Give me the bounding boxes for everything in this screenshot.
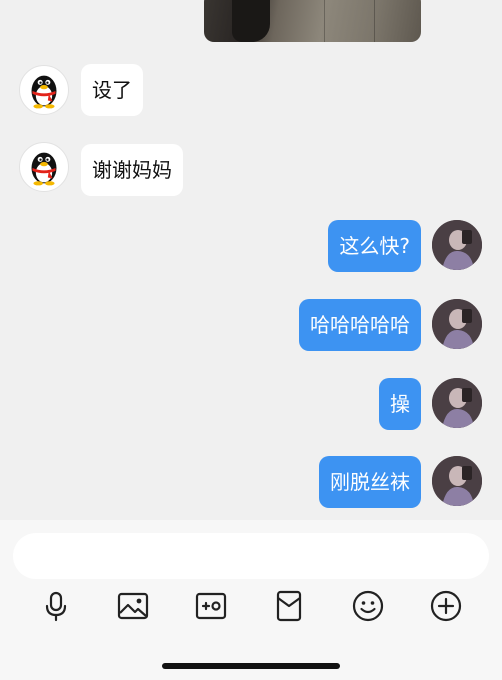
user-photo-icon: [432, 220, 482, 270]
qq-penguin-avatar[interactable]: [19, 142, 69, 192]
microphone-icon[interactable]: [39, 589, 73, 623]
outgoing-message-bubble[interactable]: 刚脱丝袜: [319, 456, 421, 508]
emoji-icon[interactable]: [351, 589, 385, 623]
input-panel: [0, 520, 502, 680]
user-avatar[interactable]: [432, 456, 482, 506]
message-row: 这么快?: [0, 220, 502, 272]
outgoing-message-bubble[interactable]: 这么快?: [328, 220, 421, 272]
home-indicator[interactable]: [162, 663, 340, 669]
qq-penguin-avatar[interactable]: [19, 65, 69, 115]
outgoing-message-bubble[interactable]: 操: [379, 378, 421, 430]
user-photo-icon: [432, 456, 482, 506]
chat-history[interactable]: 设了 谢谢妈妈 这么快? 哈哈哈哈哈 操 刚脱丝袜: [0, 0, 502, 520]
message-input[interactable]: [13, 533, 489, 579]
user-avatar[interactable]: [432, 220, 482, 270]
user-photo-icon: [432, 299, 482, 349]
outgoing-message-bubble[interactable]: 哈哈哈哈哈: [299, 299, 421, 351]
incoming-message-bubble[interactable]: 谢谢妈妈: [81, 144, 183, 196]
message-row: 操: [0, 378, 502, 430]
user-avatar[interactable]: [432, 378, 482, 428]
message-row: 哈哈哈哈哈: [0, 299, 502, 351]
photo-message[interactable]: [204, 0, 421, 42]
user-avatar[interactable]: [432, 299, 482, 349]
plus-icon[interactable]: [429, 589, 463, 623]
red-packet-icon[interactable]: [272, 589, 306, 623]
message-row: 设了: [0, 64, 502, 116]
user-photo-icon: [432, 378, 482, 428]
camera-icon[interactable]: [194, 589, 228, 623]
penguin-icon: [31, 75, 57, 109]
message-row: 谢谢妈妈: [0, 142, 502, 196]
penguin-icon: [31, 152, 57, 186]
image-icon[interactable]: [116, 589, 150, 623]
message-row: 刚脱丝袜: [0, 456, 502, 508]
incoming-message-bubble[interactable]: 设了: [81, 64, 143, 116]
